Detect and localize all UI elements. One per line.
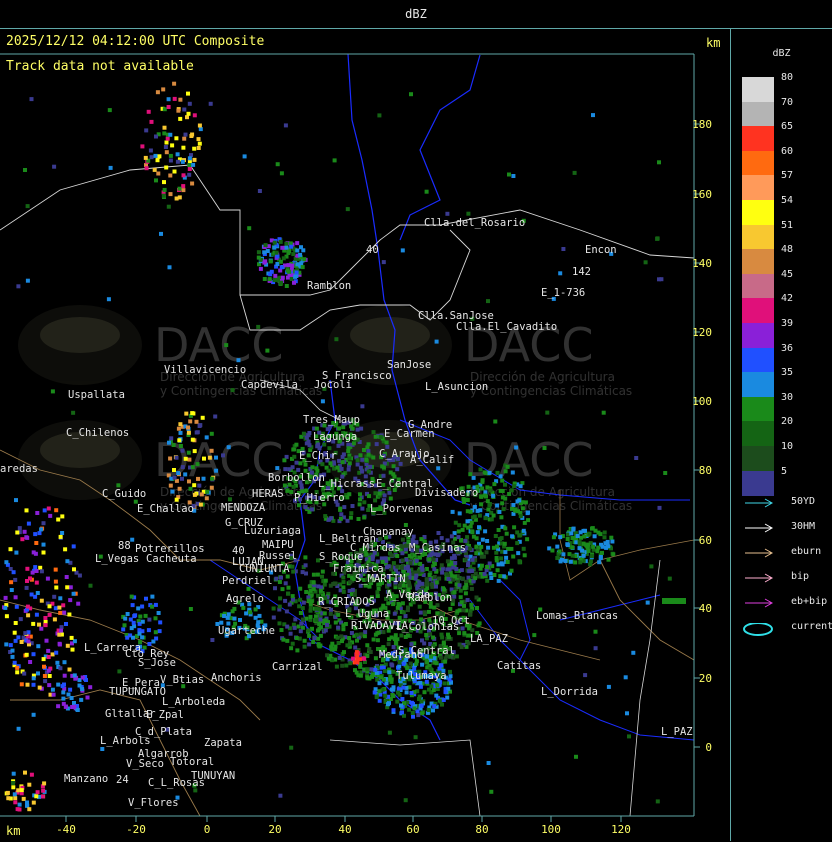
radar-viewer: dBZ 2025/12/12 04:12:00 UTC Composite Tr… [0, 0, 832, 842]
legend-swatch [742, 470, 774, 496]
legend-swatch [742, 372, 774, 398]
y-axis-ticks: 180 160 140 120 100 80 60 40 20 0 [692, 118, 712, 754]
legend-swatch [742, 200, 774, 226]
y-tick-label: 160 [692, 188, 712, 201]
legend-swatch [742, 77, 774, 103]
x-tick-label: 100 [541, 823, 561, 836]
arrow-icon [745, 598, 774, 608]
legend-value: 45 [781, 268, 794, 280]
legend-value: 35 [781, 367, 794, 379]
x-tick-label: 0 [204, 823, 211, 836]
legend-swatch [742, 126, 774, 152]
x-tick-label: 80 [475, 823, 488, 836]
legend-value: 80 [781, 72, 794, 83]
y-tick-label: 120 [692, 326, 712, 339]
track-legend-label: 50YD [791, 496, 816, 507]
legend-swatch [742, 224, 774, 250]
legend-value: 42 [781, 293, 794, 305]
legend-value: 60 [781, 145, 794, 157]
legend-value: 20 [781, 416, 794, 428]
x-tick-label: 40 [338, 823, 351, 836]
axis-frame: 180 160 140 120 100 80 60 40 20 0 -40 -20 0 20 40 60 80… [0, 53, 712, 836]
x-axis-ticks: -40 -20 0 20 40 60 80 100 120 [56, 816, 631, 836]
y-tick-label: 20 [699, 672, 712, 685]
arrow-icon [745, 523, 774, 533]
legend-title: dBZ [772, 48, 791, 59]
track-legend-label: eb+bip [791, 596, 828, 607]
x-tick-label: -20 [126, 823, 146, 836]
x-tick-label: 120 [611, 823, 631, 836]
legend-swatch [742, 347, 774, 373]
legend-value: 51 [781, 219, 794, 231]
legend-swatch [742, 396, 774, 422]
legend-swatch [742, 421, 774, 447]
arrow-icon [745, 498, 774, 508]
legend-value: 10 [781, 441, 794, 452]
legend-value: 30 [781, 391, 794, 403]
legend-value: 48 [781, 244, 794, 256]
y-tick-label: 60 [699, 534, 712, 547]
x-tick-label: 20 [268, 823, 281, 836]
track-legend-item: eb+bip [741, 596, 829, 610]
legend-swatch [742, 298, 774, 324]
legend-panel: dBZ 80 70 65 60 57 54 51 48 45 42 39 36 35 30 20 10 5 50… [730, 28, 832, 841]
legend-value: 70 [781, 96, 794, 108]
y-tick-label: 100 [692, 395, 712, 408]
arrow-icon [745, 573, 774, 583]
legend-value: 5 [781, 465, 788, 477]
track-legend-label: current [791, 621, 832, 632]
current-ellipse-icon [743, 623, 773, 636]
legend-value: 54 [781, 195, 794, 206]
y-tick-label: 0 [705, 741, 712, 754]
track-legend-item: bip [741, 571, 829, 585]
y-tick-label: 40 [699, 602, 712, 615]
legend-swatch [742, 249, 774, 275]
legend-value: 36 [781, 342, 794, 354]
legend-value: 65 [781, 121, 794, 133]
track-legend-item: current [741, 621, 832, 636]
legend-swatch [742, 273, 774, 299]
arrow-icon [745, 548, 774, 558]
track-legend-label: 30HM [791, 521, 816, 532]
legend-swatch [742, 323, 774, 349]
track-legend-label: bip [791, 571, 810, 582]
legend-swatch [742, 175, 774, 201]
legend-value: 39 [781, 318, 794, 329]
track-legend-label: eburn [791, 546, 822, 557]
legend-value: 57 [781, 170, 794, 182]
legend-swatch [742, 150, 774, 176]
legend-swatch [742, 101, 774, 127]
x-tick-label: -40 [56, 823, 76, 836]
track-legend-item: 30HM [741, 521, 829, 535]
legend-swatch [742, 446, 774, 472]
track-legend-item: 50YD [741, 496, 829, 510]
y-tick-label: 80 [699, 464, 712, 477]
y-tick-label: 140 [692, 257, 712, 270]
y-tick-label: 180 [692, 118, 712, 131]
x-tick-label: 60 [406, 823, 419, 836]
track-legend-item: eburn [741, 546, 829, 560]
